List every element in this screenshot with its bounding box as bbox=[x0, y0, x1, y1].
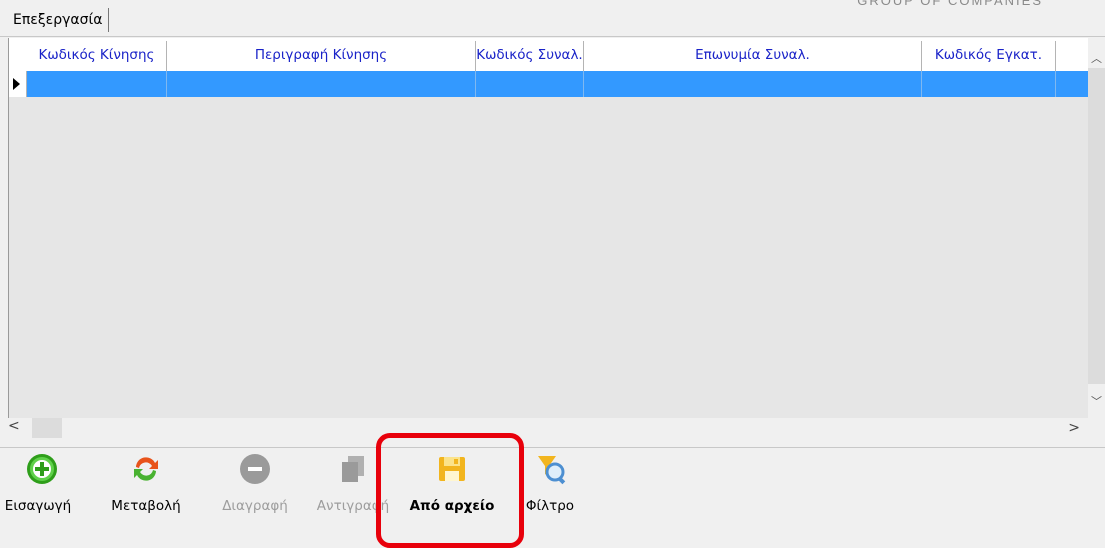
vertical-scrollbar[interactable]: ︿ ﹀ bbox=[1088, 38, 1105, 418]
action-toolbar: Εισαγωγή Μεταβολή Διαγραφή Αντιγραφή Από… bbox=[0, 449, 1105, 531]
filter-label: Φίλτρο bbox=[525, 498, 575, 514]
tab-divider bbox=[0, 36, 1105, 37]
toolbar-divider bbox=[0, 447, 1105, 448]
add-icon bbox=[27, 454, 57, 484]
refresh-icon bbox=[134, 457, 158, 481]
save-icon bbox=[439, 457, 465, 481]
vertical-scroll-thumb[interactable] bbox=[1088, 68, 1105, 384]
insert-button[interactable]: Εισαγωγή bbox=[0, 449, 76, 519]
copy-icon bbox=[342, 456, 364, 482]
table-row[interactable] bbox=[9, 71, 1089, 97]
from-file-button[interactable]: Από αρχείο bbox=[406, 449, 498, 519]
scroll-up-icon[interactable]: ︿ bbox=[1091, 50, 1102, 66]
delete-button[interactable]: Διαγραφή bbox=[212, 449, 298, 519]
table-cell[interactable] bbox=[476, 71, 584, 97]
column-header-movement-code[interactable]: Κωδικός Κίνησης bbox=[27, 41, 167, 71]
current-row-arrow-icon bbox=[13, 78, 20, 90]
data-grid[interactable]: Κωδικός Κίνησης Περιγραφή Κίνησης Κωδικό… bbox=[8, 38, 1089, 418]
scroll-left-icon[interactable]: < bbox=[8, 418, 20, 434]
column-header-partner-code[interactable]: Κωδικός Συναλ. bbox=[476, 41, 584, 71]
delete-label: Διαγραφή bbox=[222, 498, 288, 514]
table-cell[interactable] bbox=[922, 71, 1056, 97]
column-header-facility-code[interactable]: Κωδικός Εγκατ. bbox=[922, 41, 1056, 71]
insert-label: Εισαγωγή bbox=[4, 498, 72, 514]
tab-edit[interactable]: Επεξεργασία bbox=[5, 8, 110, 32]
horizontal-scroll-thumb[interactable] bbox=[32, 418, 62, 438]
tab-bar: Επεξεργασία bbox=[0, 0, 1105, 38]
filter-magnifier-icon bbox=[538, 456, 566, 485]
table-cell[interactable] bbox=[27, 71, 167, 97]
column-header-partner-name[interactable]: Επωνυμία Συναλ. bbox=[584, 41, 922, 71]
table-cell[interactable] bbox=[584, 71, 922, 97]
row-indicator bbox=[9, 71, 27, 97]
table-cell[interactable] bbox=[1056, 71, 1089, 97]
table-cell[interactable] bbox=[167, 71, 476, 97]
column-header-movement-description[interactable]: Περιγραφή Κίνησης bbox=[167, 41, 476, 71]
filter-button[interactable]: Φίλτρο bbox=[518, 449, 582, 519]
from-file-label: Από αρχείο bbox=[409, 498, 495, 514]
grid-header: Κωδικός Κίνησης Περιγραφή Κίνησης Κωδικό… bbox=[9, 38, 1089, 71]
scroll-right-icon[interactable]: > bbox=[1068, 420, 1080, 436]
modify-label: Μεταβολή bbox=[111, 498, 181, 514]
modify-button[interactable]: Μεταβολή bbox=[106, 449, 186, 519]
copy-button[interactable]: Αντιγραφή bbox=[304, 449, 402, 519]
copy-label: Αντιγραφή bbox=[316, 498, 390, 514]
horizontal-scrollbar[interactable]: < > bbox=[8, 418, 1088, 440]
remove-icon bbox=[240, 454, 270, 484]
scroll-down-icon[interactable]: ﹀ bbox=[1091, 393, 1102, 409]
